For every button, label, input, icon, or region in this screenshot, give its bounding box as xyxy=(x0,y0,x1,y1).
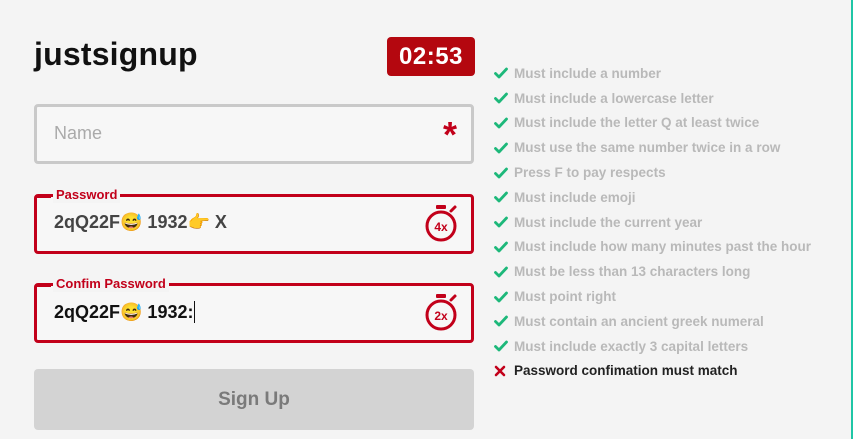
rule-text: Must include emoji xyxy=(514,189,636,205)
app-title: justsignup xyxy=(34,36,198,72)
rule-item: Must include emoji xyxy=(494,185,844,210)
password-label: Password xyxy=(36,187,121,203)
password-multiplier: 4x xyxy=(434,220,448,234)
rule-item: Press F to pay respects xyxy=(494,160,844,185)
rule-item: Must include the current year xyxy=(494,210,844,235)
check-icon xyxy=(494,191,514,203)
rule-text: Must include a lowercase letter xyxy=(514,90,714,106)
rule-text: Must be less than 13 characters long xyxy=(514,264,751,280)
rule-item: Must include exactly 3 capital letters xyxy=(494,334,844,359)
rule-item: Must use the same number twice in a row xyxy=(494,135,844,160)
confirm-password-field[interactable]: Confim Password 2qQ22F😅 1932: 2x xyxy=(34,276,474,343)
stopwatch-icon: 2x xyxy=(425,294,457,331)
rule-text: Must point right xyxy=(514,289,616,305)
stopwatch-icon: 4x xyxy=(425,205,457,242)
rule-text: Must contain an ancient greek numeral xyxy=(514,313,764,329)
password-value: 2qQ22F😅 1932👉 X xyxy=(54,212,227,232)
check-icon xyxy=(494,340,514,352)
check-icon xyxy=(494,117,514,129)
confirm-password-value-wrap: 2qQ22F😅 1932: xyxy=(54,301,196,323)
rule-text: Must include exactly 3 capital letters xyxy=(514,338,749,354)
confirm-password-value: 2qQ22F😅 1932: xyxy=(54,301,194,322)
check-icon xyxy=(494,241,514,253)
name-placeholder: Name xyxy=(54,123,103,143)
text-cursor xyxy=(194,301,196,323)
rule-text: Must include how many minutes past the h… xyxy=(514,239,812,255)
rule-item: Must include how many minutes past the h… xyxy=(494,235,844,260)
rule-text: Must include the letter Q at least twice xyxy=(514,115,760,131)
rule-item: Must include a number xyxy=(494,61,844,86)
name-field[interactable]: Name * xyxy=(34,104,474,164)
check-icon xyxy=(494,291,514,303)
confirm-password-label: Confim Password xyxy=(37,276,169,292)
confirm-multiplier: 2x xyxy=(434,309,448,323)
check-icon xyxy=(494,92,514,104)
rule-item: Must point right xyxy=(494,284,844,309)
check-icon xyxy=(494,167,514,179)
rule-item: Must be less than 13 characters long xyxy=(494,259,844,284)
rule-text: Press F to pay respects xyxy=(514,165,666,181)
password-field[interactable]: Password 2qQ22F😅 1932👉 X 4x xyxy=(34,187,474,254)
cross-icon xyxy=(494,365,514,377)
check-icon xyxy=(494,266,514,278)
check-icon xyxy=(494,142,514,154)
rule-item: Must include a lowercase letter xyxy=(494,86,844,111)
rule-item: Must contain an ancient greek numeral xyxy=(494,309,844,334)
check-icon xyxy=(494,216,514,228)
sign-up-button[interactable]: Sign Up xyxy=(34,369,474,430)
required-asterisk: * xyxy=(442,114,457,155)
countdown-timer: 02:53 xyxy=(387,37,475,76)
password-rules-list: Must include a number Must include a lowe… xyxy=(494,61,844,383)
rule-text: Password confimation must match xyxy=(514,363,738,379)
rule-text: Must use the same number twice in a row xyxy=(514,140,781,156)
rule-item: Must include the letter Q at least twice xyxy=(494,111,844,136)
rule-item: Password confimation must match xyxy=(494,359,844,384)
check-icon xyxy=(494,67,514,79)
check-icon xyxy=(494,315,514,327)
rule-text: Must include the current year xyxy=(514,214,703,230)
rule-text: Must include a number xyxy=(514,65,662,81)
